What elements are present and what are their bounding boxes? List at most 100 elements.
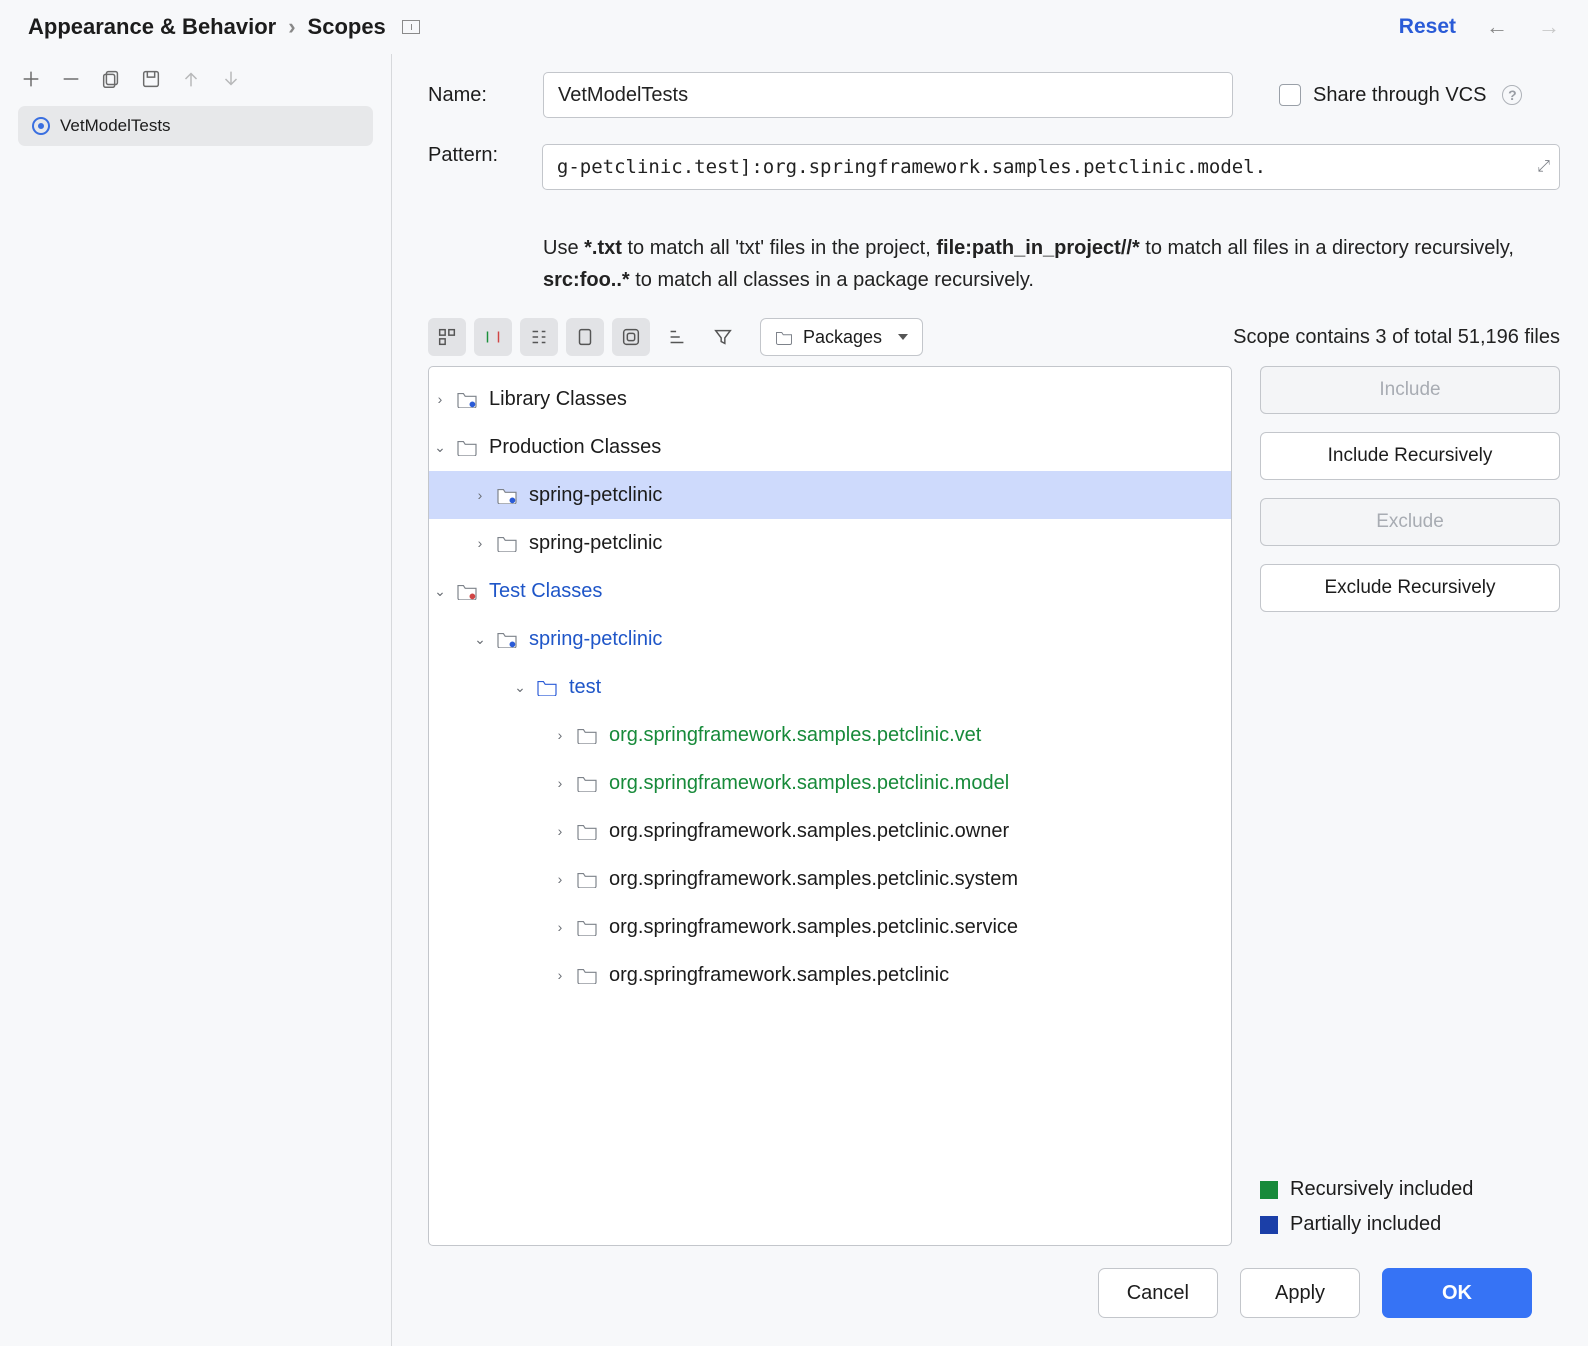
ok-button[interactable]: OK (1382, 1268, 1532, 1318)
scope-local-icon (32, 117, 50, 135)
folder-icon (775, 328, 793, 346)
chevron-right-icon[interactable]: › (469, 487, 491, 503)
tree-node-label: spring-petclinic (529, 628, 662, 651)
tree-row[interactable]: › spring-petclinic (429, 519, 1231, 567)
tree-node-label: Test Classes (489, 580, 602, 603)
reset-button[interactable]: Reset (1399, 15, 1456, 39)
show-files-icon[interactable] (566, 318, 604, 356)
scope-item-label: VetModelTests (60, 116, 171, 136)
chevron-right-icon[interactable]: › (549, 919, 571, 935)
name-label: Name: (428, 84, 523, 107)
chevron-down-icon[interactable]: ⌄ (429, 439, 451, 456)
tree-node-label: spring-petclinic (529, 532, 662, 555)
expand-pattern-icon[interactable]: ⤢ (1537, 158, 1550, 176)
chevron-down-icon[interactable]: ⌄ (429, 583, 451, 600)
pkg-folder-icon (575, 917, 599, 937)
tree-row[interactable]: ⌄ Production Classes (429, 423, 1231, 471)
pattern-input[interactable]: g-petclinic.test]:org.springframework.sa… (542, 144, 1560, 190)
apply-button[interactable]: Apply (1240, 1268, 1360, 1318)
tree-node-label: spring-petclinic (529, 484, 662, 507)
src-folder-icon (535, 677, 559, 697)
pkg-folder-icon (575, 725, 599, 745)
legend-recursive-swatch (1260, 1181, 1278, 1199)
plain-folder-icon (455, 437, 479, 457)
breadcrumb-parent[interactable]: Appearance & Behavior (28, 14, 276, 40)
include-button: Include (1260, 366, 1560, 414)
share-vcs-label: Share through VCS (1313, 84, 1486, 107)
scope-tree[interactable]: ›Library Classes ⌄ Production Classes › spri… (428, 366, 1232, 1246)
legend: Recursively included Partially included (1260, 1166, 1560, 1246)
view-mode-dropdown[interactable]: Packages (760, 318, 923, 356)
include-recursively-button[interactable]: Include Recursively (1260, 432, 1560, 480)
add-scope-button[interactable] (18, 66, 44, 92)
tree-row[interactable]: ›Library Classes (429, 375, 1231, 423)
view-mode-label: Packages (803, 327, 882, 348)
pattern-label: Pattern: (428, 144, 522, 167)
tree-row[interactable]: ⌄ test (429, 663, 1231, 711)
chevron-right-icon[interactable]: › (549, 871, 571, 887)
module-folder-icon (495, 629, 519, 649)
share-help-icon[interactable]: ? (1502, 85, 1522, 105)
chevron-right-icon[interactable]: › (429, 391, 451, 407)
tree-node-label: org.springframework.samples.petclinic.ve… (609, 724, 981, 747)
test-folder-icon (455, 581, 479, 601)
compact-dirs-icon[interactable] (658, 318, 696, 356)
exclude-recursively-button[interactable]: Exclude Recursively (1260, 564, 1560, 612)
tree-row[interactable]: › org.springframework.samples.petclinic.s… (429, 903, 1231, 951)
cancel-button[interactable]: Cancel (1098, 1268, 1218, 1318)
save-scope-button[interactable] (138, 66, 164, 92)
filter-icon[interactable] (704, 318, 742, 356)
tree-row[interactable]: › org.springframework.samples.petclinic.v… (429, 711, 1231, 759)
scope-name-input[interactable] (543, 72, 1233, 118)
tree-row[interactable]: ›org.springframework.samples.petclinic.s… (429, 855, 1231, 903)
tree-node-label: Production Classes (489, 436, 661, 459)
scope-count-label: Scope contains 3 of total 51,196 files (1233, 326, 1560, 349)
inclusion-actions: Include Include Recursively Exclude Excl… (1260, 366, 1560, 1246)
settings-header: Appearance & Behavior › Scopes Reset ← → (0, 0, 1588, 54)
chevron-right-icon[interactable]: › (469, 535, 491, 551)
chevron-right-icon[interactable]: › (549, 727, 571, 743)
tree-row[interactable]: › spring-petclinic (429, 471, 1231, 519)
flatten-packages-icon[interactable] (612, 318, 650, 356)
chevron-right-icon[interactable]: › (549, 967, 571, 983)
chevron-down-icon[interactable]: ⌄ (509, 679, 531, 696)
chevron-right-icon[interactable]: › (549, 823, 571, 839)
tree-node-label: org.springframework.samples.petclinic.se… (609, 916, 1018, 939)
pkg-folder-icon (575, 821, 599, 841)
scopes-toolbar (0, 60, 391, 104)
module-folder-icon (495, 485, 519, 505)
tree-node-label: org.springframework.samples.petclinic (609, 964, 949, 987)
group-by-module-icon[interactable] (520, 318, 558, 356)
share-vcs-checkbox[interactable] (1279, 84, 1301, 106)
pkg-folder-icon (575, 773, 599, 793)
scope-editor: Name: Share through VCS ? Pattern: g-pet… (392, 54, 1588, 1346)
scopes-sidebar: VetModelTests (0, 54, 392, 1346)
exclude-button: Exclude (1260, 498, 1560, 546)
tree-row[interactable]: ›org.springframework.samples.petclinic.o… (429, 807, 1231, 855)
breadcrumb-current: Scopes (308, 14, 386, 40)
remove-scope-button[interactable] (58, 66, 84, 92)
tree-row[interactable]: ⌄ spring-petclinic (429, 615, 1231, 663)
tree-row[interactable]: ›org.springframework.samples.petclinic.m… (429, 759, 1231, 807)
nav-back-icon[interactable]: ← (1486, 14, 1508, 40)
pkg-folder-icon (575, 965, 599, 985)
scope-item[interactable]: VetModelTests (18, 106, 373, 146)
pattern-hint: Use *.txt to match all 'txt' files in th… (543, 232, 1543, 296)
show-tests-icon[interactable] (474, 318, 512, 356)
chevron-right-icon[interactable]: › (549, 775, 571, 791)
legend-partial-swatch (1260, 1216, 1278, 1234)
dialog-footer: Cancel Apply OK (428, 1246, 1560, 1346)
chevron-down-icon[interactable]: ⌄ (469, 631, 491, 648)
legend-partial-label: Partially included (1290, 1213, 1441, 1236)
tree-toolbar: Packages (428, 318, 923, 356)
tree-node-label: test (569, 676, 601, 699)
lib-folder-icon (455, 389, 479, 409)
copy-scope-button[interactable] (98, 66, 124, 92)
tree-row[interactable]: ⌄ Test Classes (429, 567, 1231, 615)
move-up-button (178, 66, 204, 92)
breadcrumb-settings-icon[interactable] (402, 20, 420, 34)
show-modules-icon[interactable] (428, 318, 466, 356)
dropdown-caret-icon (898, 334, 908, 340)
plain-folder-icon (495, 533, 519, 553)
tree-row[interactable]: › org.springframework.samples.petclinic (429, 951, 1231, 999)
